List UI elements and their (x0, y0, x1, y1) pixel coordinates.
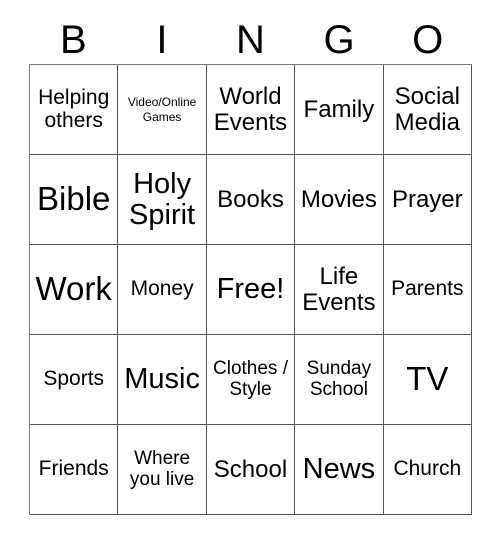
bingo-cell-label: Parents (391, 277, 464, 301)
bingo-cell-label: News (302, 453, 376, 486)
bingo-header-letter-b: B (59, 18, 87, 62)
bingo-cell-label: World Events (213, 83, 288, 136)
bingo-cell-label: Music (124, 363, 200, 396)
bingo-cell[interactable]: Video/Online Games (118, 65, 207, 155)
bingo-cell[interactable]: Holy Spirit (118, 155, 207, 245)
bingo-cell[interactable]: Friends (30, 425, 119, 515)
bingo-header-letter-o: O (412, 18, 444, 62)
bingo-cell-label: Social Media (394, 83, 460, 136)
bingo-cell[interactable]: Movies (295, 155, 384, 245)
bingo-cell[interactable]: Social Media (383, 65, 472, 155)
bingo-cell[interactable]: Bible (30, 155, 119, 245)
bingo-grid: Helping others Video/Online Games World … (29, 64, 472, 515)
bingo-cell[interactable]: Work (30, 245, 119, 335)
bingo-cell-label: School (213, 455, 288, 483)
bingo-cell[interactable]: Life Events (295, 245, 384, 335)
bingo-cell-label: Movies (300, 185, 377, 213)
bingo-cell-label: Work (35, 270, 112, 308)
bingo-card: B I N G O Helping others Video/Online Ga… (0, 0, 500, 544)
bingo-cell-label: Prayer (391, 185, 463, 213)
bingo-cell-label: Family (303, 95, 375, 123)
bingo-header-letter-i: I (156, 18, 168, 62)
bingo-cell[interactable]: World Events (206, 65, 296, 155)
bingo-cell[interactable]: Music (118, 335, 207, 425)
bingo-cell-label: Money (130, 277, 194, 301)
bingo-header-letter-n: N (236, 18, 265, 62)
bingo-cell-label: Sunday School (306, 358, 372, 400)
bingo-header-row: B I N G O (29, 18, 472, 62)
bingo-cell-label: Where you live (129, 448, 195, 490)
bingo-cell[interactable]: Sports (30, 335, 119, 425)
bingo-cell[interactable]: Money (118, 245, 207, 335)
bingo-cell-label: Books (217, 185, 284, 213)
bingo-cell[interactable]: News (295, 425, 384, 515)
bingo-cell[interactable]: Church (383, 425, 472, 515)
bingo-cell[interactable]: School (206, 425, 296, 515)
bingo-cell-label: Life Events (302, 263, 376, 316)
bingo-cell-label: Sports (43, 367, 105, 391)
bingo-cell[interactable]: Parents (383, 245, 472, 335)
bingo-cell[interactable]: Clothes / Style (206, 335, 296, 425)
bingo-cell-label: Clothes / Style (213, 358, 288, 400)
bingo-cell-label: Church (393, 457, 462, 481)
bingo-cell-free-space[interactable]: Free! (206, 245, 296, 335)
bingo-cell[interactable]: Family (295, 65, 384, 155)
bingo-free-space-label: Free! (216, 273, 285, 306)
bingo-cell-label: Bible (37, 180, 111, 218)
bingo-header-letter-g: G (323, 18, 355, 62)
bingo-cell[interactable]: Prayer (383, 155, 472, 245)
bingo-cell[interactable]: Where you live (118, 425, 207, 515)
bingo-cell-label: Helping others (38, 86, 110, 132)
bingo-cell[interactable]: Sunday School (295, 335, 384, 425)
bingo-cell-label: Friends (38, 457, 109, 481)
bingo-cell-label: TV (406, 360, 449, 398)
bingo-cell[interactable]: Helping others (30, 65, 119, 155)
bingo-cell-label: Holy Spirit (129, 167, 196, 231)
bingo-cell-label: Video/Online Games (127, 95, 197, 124)
bingo-cell[interactable]: Books (206, 155, 296, 245)
bingo-cell[interactable]: TV (383, 335, 472, 425)
